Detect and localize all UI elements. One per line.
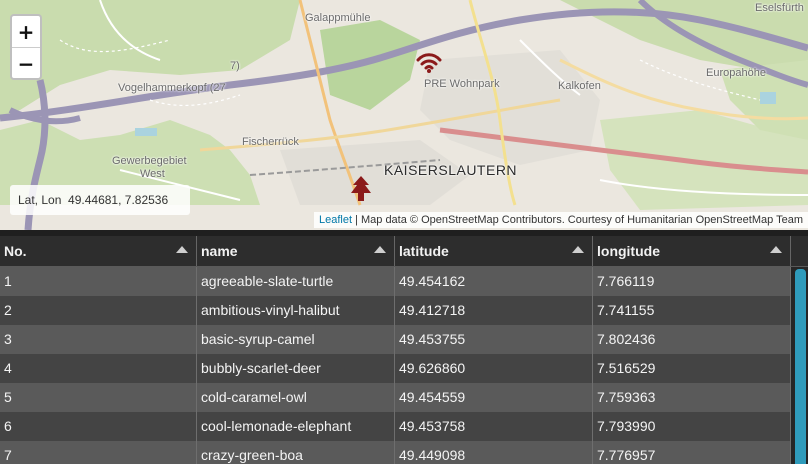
cell-no: 1 bbox=[0, 267, 197, 296]
tree-marker-icon[interactable] bbox=[349, 175, 373, 203]
table-row[interactable]: 3 basic-syrup-camel 49.453755 7.802436 bbox=[0, 325, 808, 354]
column-header-label: longitude bbox=[597, 243, 660, 259]
table-header: No. name latitude longitude bbox=[0, 236, 808, 267]
column-header-longitude[interactable]: longitude bbox=[593, 236, 791, 266]
cell-no: 6 bbox=[0, 412, 197, 441]
map-label-kalkofen: Kalkofen bbox=[558, 80, 601, 92]
table-body: 1 agreeable-slate-turtle 49.454162 7.766… bbox=[0, 267, 808, 464]
column-header-latitude[interactable]: latitude bbox=[395, 236, 593, 266]
cell-longitude: 7.759363 bbox=[593, 383, 791, 412]
table-row[interactable]: 7 crazy-green-boa 49.449098 7.776957 bbox=[0, 441, 808, 464]
column-header-no[interactable]: No. bbox=[0, 236, 197, 266]
cell-longitude: 7.793990 bbox=[593, 412, 791, 441]
sort-arrow-icon[interactable] bbox=[374, 246, 386, 253]
map-label-eselsfuerth: Eselsfürth bbox=[755, 2, 804, 14]
map-label-europahoehe: Europahöhe bbox=[706, 67, 766, 79]
map-label-vogelhammerkopf: Vogelhammerkopf (27 bbox=[118, 82, 226, 94]
cell-no: 5 bbox=[0, 383, 197, 412]
cell-name: ambitious-vinyl-halibut bbox=[197, 296, 395, 325]
cell-latitude: 49.454162 bbox=[395, 267, 593, 296]
cell-latitude: 49.412718 bbox=[395, 296, 593, 325]
cell-no: 3 bbox=[0, 325, 197, 354]
cell-latitude: 49.453758 bbox=[395, 412, 593, 441]
table-row[interactable]: 6 cool-lemonade-elephant 49.453758 7.793… bbox=[0, 412, 808, 441]
wifi-marker-icon[interactable] bbox=[416, 52, 442, 74]
cell-latitude: 49.454559 bbox=[395, 383, 593, 412]
data-table: No. name latitude longitude 1 agreeable-… bbox=[0, 236, 808, 464]
zoom-out-button[interactable]: − bbox=[12, 48, 40, 79]
map-label-fischerrueck: Fischerrück bbox=[242, 136, 299, 148]
coordinate-label: Lat, Lon bbox=[18, 193, 62, 207]
map-label-kaiserslautern: KAISERSLAUTERN bbox=[384, 162, 518, 178]
column-header-name[interactable]: name bbox=[197, 236, 395, 266]
cell-longitude: 7.776957 bbox=[593, 441, 791, 464]
map-label-gewerbegebiet: Gewerbegebiet bbox=[112, 155, 187, 167]
coordinate-value: 49.44681, 7.82536 bbox=[68, 193, 169, 207]
column-header-label: No. bbox=[4, 243, 27, 259]
cell-name: cold-caramel-owl bbox=[197, 383, 395, 412]
sort-arrow-icon[interactable] bbox=[176, 246, 188, 253]
cell-no: 2 bbox=[0, 296, 197, 325]
map-attribution: Leaflet | Map data © OpenStreetMap Contr… bbox=[313, 212, 808, 228]
coordinate-readout: Lat, Lon 49.44681, 7.82536 bbox=[10, 185, 190, 215]
cell-longitude: 7.766119 bbox=[593, 267, 791, 296]
map-label-pre-wohnpark: PRE Wohnpark bbox=[424, 78, 500, 90]
cell-name: bubbly-scarlet-deer bbox=[197, 354, 395, 383]
cell-latitude: 49.449098 bbox=[395, 441, 593, 464]
table-row[interactable]: 5 cold-caramel-owl 49.454559 7.759363 bbox=[0, 383, 808, 412]
column-header-label: latitude bbox=[399, 243, 449, 259]
sort-arrow-icon[interactable] bbox=[770, 246, 782, 253]
map-label-west: West bbox=[140, 168, 165, 180]
map-label-road-7: 7) bbox=[230, 60, 240, 72]
map-label-galappmuehle: Galappmühle bbox=[305, 12, 371, 24]
table-row[interactable]: 1 agreeable-slate-turtle 49.454162 7.766… bbox=[0, 267, 808, 296]
cell-latitude: 49.453755 bbox=[395, 325, 593, 354]
cell-name: agreeable-slate-turtle bbox=[197, 267, 395, 296]
zoom-control: + − bbox=[10, 14, 42, 80]
scrollbar-thumb[interactable] bbox=[795, 269, 806, 464]
cell-name: crazy-green-boa bbox=[197, 441, 395, 464]
leaflet-link[interactable]: Leaflet bbox=[319, 214, 352, 226]
cell-longitude: 7.741155 bbox=[593, 296, 791, 325]
cell-no: 7 bbox=[0, 441, 197, 464]
cell-longitude: 7.802436 bbox=[593, 325, 791, 354]
attribution-text: | Map data © OpenStreetMap Contributors.… bbox=[352, 214, 803, 226]
sort-arrow-icon[interactable] bbox=[572, 246, 584, 253]
table-row[interactable]: 2 ambitious-vinyl-halibut 49.412718 7.74… bbox=[0, 296, 808, 325]
cell-no: 4 bbox=[0, 354, 197, 383]
map-view[interactable]: Galappmühle Eselsfürth Vogelhammerkopf (… bbox=[0, 0, 808, 230]
zoom-in-button[interactable]: + bbox=[12, 16, 40, 48]
cell-longitude: 7.516529 bbox=[593, 354, 791, 383]
column-header-label: name bbox=[201, 243, 238, 259]
cell-latitude: 49.626860 bbox=[395, 354, 593, 383]
cell-name: cool-lemonade-elephant bbox=[197, 412, 395, 441]
cell-name: basic-syrup-camel bbox=[197, 325, 395, 354]
table-row[interactable]: 4 bubbly-scarlet-deer 49.626860 7.516529 bbox=[0, 354, 808, 383]
